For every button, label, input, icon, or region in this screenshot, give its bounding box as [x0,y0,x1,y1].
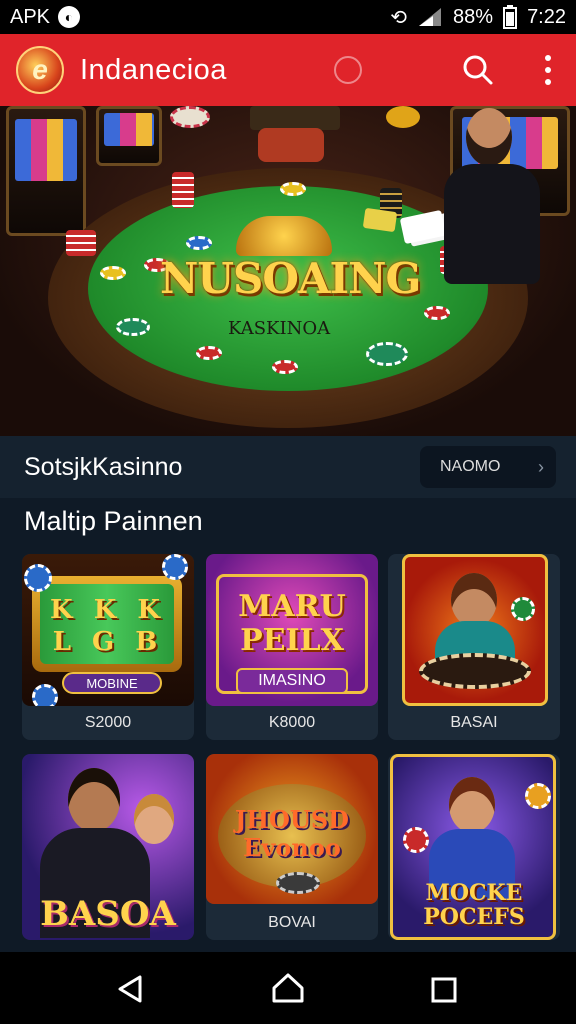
battery-icon [503,5,518,29]
female-figure [134,794,174,844]
recents-icon[interactable] [430,976,458,1004]
female-figure [449,777,495,833]
game-art-text: K K K L G B [50,595,166,657]
dealer-figure [426,108,556,368]
chip-stack [66,230,96,256]
gold-chip [386,106,420,128]
grid-title: Maltip Painnen [24,506,203,536]
game-art-text: JHOUSD Evonoo [234,805,349,862]
status-bar: APK ◐ ⟲ 88% 7:22 [0,0,576,34]
chip [170,106,210,128]
chip [186,236,212,250]
chip [280,182,306,196]
game-caption: S2000 [84,714,132,731]
hero-banner[interactable]: NUSOAING KASKINOA [0,106,576,436]
game-card[interactable]: MARU PEILX IMASINO K8000 [206,554,378,740]
game-card[interactable]: K K K L G B MOBINE S2000 [22,554,194,740]
signal-icon [419,8,442,26]
game-badge: MOBINE [62,672,162,694]
game-thumbnail: K K K L G B MOBINE [22,554,194,706]
slot-machine-left [6,106,86,236]
roulette-table [419,653,531,689]
chip [24,564,52,592]
sync-icon: ⟲ [390,6,408,29]
chip [116,318,150,336]
battery-percent: 88% [453,5,494,28]
chip-stack [172,172,194,208]
game-card[interactable]: BASAI [388,554,560,740]
more-vert-icon[interactable] [542,55,554,85]
search-icon[interactable] [462,54,494,86]
game-caption: K8000 [268,714,316,731]
status-label: APK [10,5,51,28]
app-title: Indanecioa [80,53,227,86]
chip [100,266,126,280]
game-thumbnail: JHOUSD Evonoo [206,754,378,904]
chip [272,360,298,374]
game-art-text: MARU PEILX [238,589,346,658]
loading-circle-icon [334,56,362,84]
table-emblem [236,216,332,256]
game-thumbnail: MARU PEILX IMASINO [206,554,378,706]
playing-cards [362,207,398,233]
clock: 7:22 [527,5,566,28]
chip [32,684,58,706]
game-thumbnail [402,554,548,706]
game-card[interactable]: MOCKE POCEFS [388,754,560,940]
chip [276,872,320,894]
chevron-right-icon: › [538,457,544,477]
chair-back [250,106,340,130]
section-header: SotsjkKasinno NAOMO › [0,436,576,498]
game-art-text: MOCKE POCEFS [423,880,525,930]
slot-machine-left-2 [96,106,162,166]
section-title: SotsjkKasinno [24,452,183,481]
game-art-text: BASOA [40,894,176,934]
chip [511,597,535,621]
hero-subtitle: KASKINOA [228,318,331,339]
game-caption: BASAI [450,714,498,731]
more-button[interactable]: NAOMO › [420,446,556,488]
chip [196,346,222,360]
hero-title: NUSOAING [160,254,421,303]
system-nav-bar [0,952,576,1024]
chair-seat [258,128,324,162]
game-card[interactable]: JHOUSD Evonoo BOVAI [206,754,378,940]
game-card[interactable]: BASOA [22,754,194,940]
back-icon[interactable] [116,974,146,1004]
chip [403,827,429,853]
game-caption: BOVAI [268,914,316,931]
game-thumbnail: BASOA [22,754,194,940]
chip [525,783,551,809]
chip [162,554,188,580]
more-button-label: NAOMO [440,458,501,475]
game-badge: IMASINO [236,668,348,694]
chip [366,342,408,366]
app-logo[interactable]: e [16,46,64,94]
home-icon[interactable] [272,972,304,1004]
male-figure [68,768,120,832]
host-figure [451,573,497,627]
game-thumbnail: MOCKE POCEFS [390,754,556,940]
notification-icon: ◐ [58,6,81,28]
app-bar: e Indanecioa [0,34,576,106]
